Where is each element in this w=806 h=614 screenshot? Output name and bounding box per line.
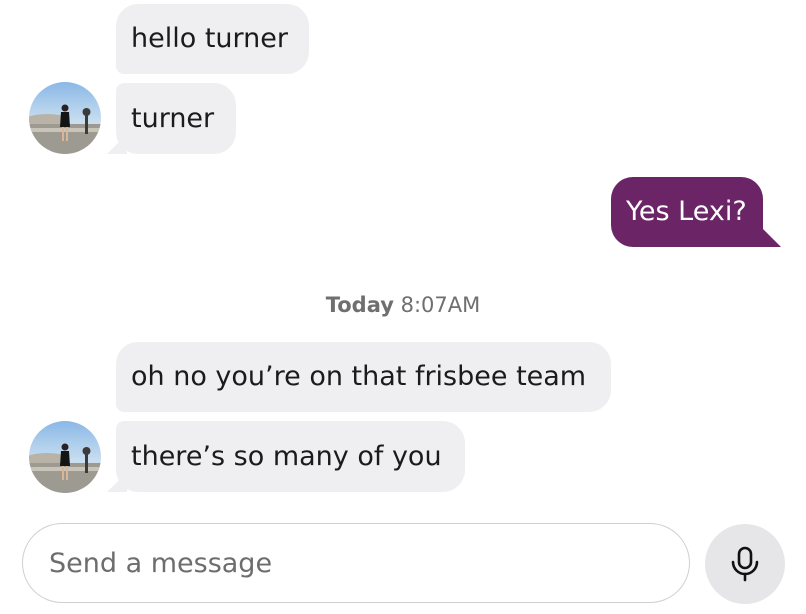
message-bubble-incoming[interactable]: hello turner: [116, 4, 309, 74]
message-input[interactable]: Send a message: [22, 523, 690, 603]
message-text: there’s so many of you: [131, 440, 442, 472]
timestamp-day: Today: [325, 293, 394, 317]
message-text: Yes Lexi?: [626, 196, 747, 227]
message-timestamp: Today 8:07AM: [0, 291, 806, 319]
avatar-photo: [29, 82, 101, 154]
contact-avatar[interactable]: [29, 421, 101, 493]
message-bubble-incoming[interactable]: there’s so many of you: [116, 421, 465, 492]
message-bubble-incoming[interactable]: turner: [116, 83, 236, 154]
message-text: oh no you’re on that frisbee team: [131, 361, 587, 392]
microphone-icon: [731, 546, 759, 582]
message-text: turner: [131, 102, 215, 134]
message-bubble-outgoing[interactable]: Yes Lexi?: [611, 177, 763, 247]
message-input-placeholder: Send a message: [49, 547, 273, 579]
message-bubble-incoming[interactable]: oh no you’re on that frisbee team: [116, 342, 611, 412]
voice-message-button[interactable]: [705, 524, 785, 604]
message-text: hello turner: [131, 23, 288, 54]
contact-avatar[interactable]: [29, 82, 101, 154]
timestamp-time: 8:07AM: [400, 293, 481, 317]
avatar-photo: [29, 421, 101, 493]
